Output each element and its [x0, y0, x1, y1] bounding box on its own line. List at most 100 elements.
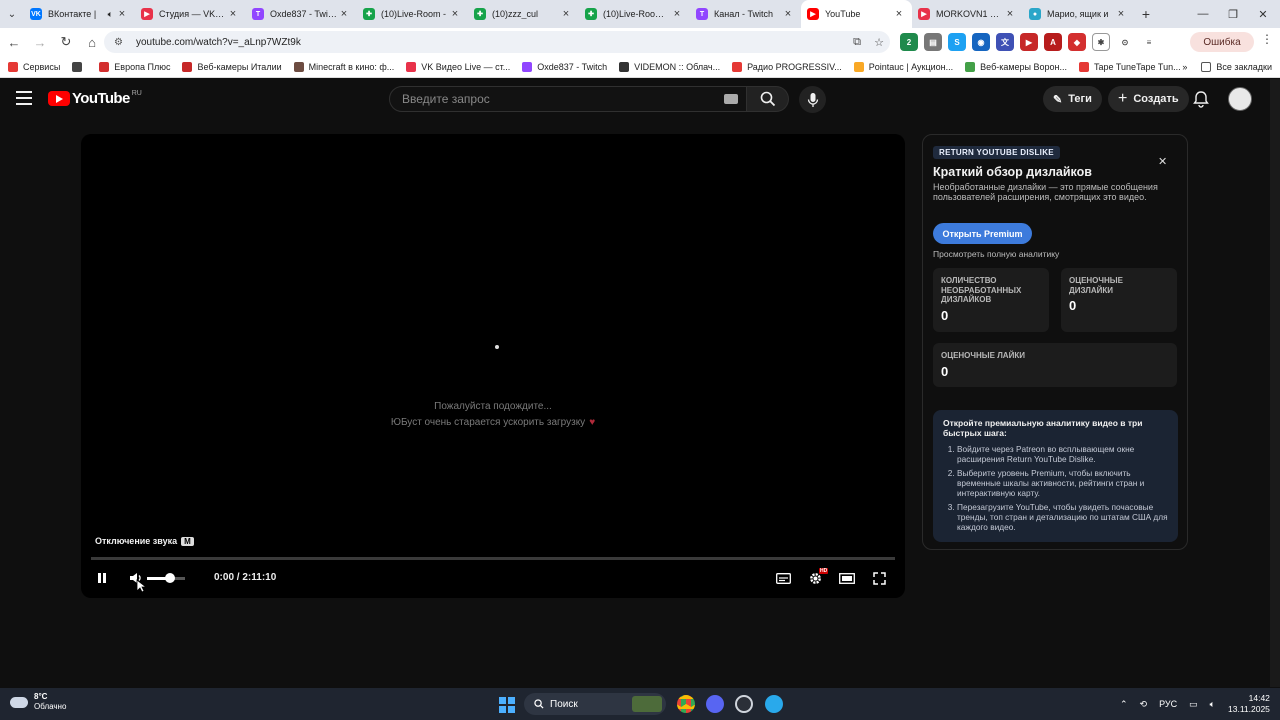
keyboard-icon[interactable] [724, 94, 738, 104]
display-icon[interactable]: ▭ [1189, 699, 1198, 710]
extension-icon[interactable]: ⊙ [1116, 33, 1134, 51]
bookmark-item[interactable] [72, 61, 87, 72]
all-bookmarks-folder[interactable]: Все закладки [1201, 62, 1272, 72]
tab-search-button[interactable]: ⌄ [0, 0, 24, 28]
tags-button[interactable]: ✎ Теги [1043, 86, 1102, 112]
tray-app-icon[interactable]: ⟲ [1140, 699, 1148, 710]
browser-tab[interactable]: ✚ (10)zzz_cul × [468, 0, 579, 28]
weather-widget[interactable]: 8°C Облачно [10, 692, 66, 712]
install-app-icon[interactable]: ⧉ [846, 36, 868, 49]
bookmark-star-icon[interactable]: ☆ [868, 36, 890, 49]
browser-tab[interactable]: ▶ YouTube × [801, 0, 912, 28]
telegram-app-icon[interactable] [765, 695, 783, 713]
account-avatar[interactable] [1228, 87, 1252, 111]
subtitles-button[interactable] [773, 566, 793, 590]
tab-close-icon[interactable]: × [1003, 8, 1017, 20]
maximize-button[interactable]: ❐ [1218, 0, 1248, 28]
bookmark-item[interactable]: Европа Плюс [99, 61, 170, 72]
extensions-puzzle-icon[interactable]: ✱ [1092, 33, 1110, 51]
extension-icon[interactable]: 2 [900, 33, 918, 51]
chrome-app-icon[interactable] [677, 695, 695, 713]
input-language[interactable]: РУС [1159, 699, 1177, 709]
bookmarks-overflow-icon[interactable]: » [1182, 62, 1187, 72]
media-control-icon[interactable]: ≡ [1140, 33, 1158, 51]
browser-tab[interactable]: ▶ Студия — VK Вид× [135, 0, 246, 28]
tab-close-icon[interactable]: × [781, 8, 795, 20]
speaker-icon[interactable]: 🔈︎ [1210, 699, 1215, 710]
extension-icon[interactable]: ◉ [972, 33, 990, 51]
extension-icon[interactable]: S [948, 33, 966, 51]
voice-search-button[interactable] [799, 86, 826, 113]
reload-button[interactable]: ↻ [54, 30, 78, 54]
create-button[interactable]: + Создать [1108, 86, 1189, 112]
progress-bar[interactable] [91, 557, 895, 560]
bookmark-item[interactable]: VK Видео Live — ст... [406, 61, 510, 72]
profile-error-button[interactable]: Ошибка [1190, 32, 1254, 52]
extension-icon[interactable]: ▤ [924, 33, 942, 51]
close-icon[interactable]: ✕ [1158, 155, 1167, 168]
tab-close-icon[interactable]: × [337, 8, 351, 20]
search-button[interactable] [747, 86, 789, 112]
browser-tab[interactable]: T Канал - Twitch × [690, 0, 801, 28]
site-info-icon[interactable]: ⚙ [114, 37, 128, 48]
full-analytics-link[interactable]: Просмотреть полную аналитику [933, 249, 1059, 259]
video-player[interactable]: Пожалуйста подождите... ЮБуст очень стар… [81, 134, 905, 598]
tab-close-icon[interactable]: × [559, 8, 573, 20]
bookmark-item[interactable]: Oxde837 - Twitch [522, 61, 607, 72]
extension-icon[interactable]: ◆ [1068, 33, 1086, 51]
address-bar[interactable]: ⚙ youtube.com/watch?v=_aLnp7WZt9k ⧉ ☆ [104, 31, 890, 53]
search-input[interactable]: Введите запрос [389, 86, 747, 112]
youtube-logo[interactable]: YouTube RU [48, 90, 142, 107]
stat-value: 0 [941, 307, 949, 323]
forward-button[interactable]: → [28, 30, 52, 54]
pause-button[interactable] [93, 566, 111, 590]
browser-tab[interactable]: T Oxde837 - Twitch × [246, 0, 357, 28]
info-steps: Войдите через Patreon во всплывающем окн… [943, 444, 1168, 532]
theater-mode-button[interactable] [837, 566, 857, 590]
start-button[interactable] [499, 697, 515, 713]
notifications-bell-icon[interactable] [1192, 90, 1210, 108]
bookmark-item[interactable]: VIDEMON :: Облач... [619, 61, 720, 72]
back-button[interactable]: ← [2, 30, 26, 54]
bookmark-item[interactable]: Minecraft в кино: ф... [293, 61, 394, 72]
page-scrollbar[interactable] [1270, 79, 1280, 687]
browser-tab[interactable]: ✚ (10)Live-Room - (× [579, 0, 690, 28]
extension-icon[interactable]: ▶ [1020, 33, 1038, 51]
taskbar-clock[interactable]: 14:42 13.11.2025 [1228, 693, 1270, 715]
tab-close-icon[interactable]: × [115, 8, 129, 20]
home-button[interactable]: ⌂ [80, 30, 104, 54]
fullscreen-button[interactable] [869, 566, 889, 590]
bookmark-item[interactable]: Сервисы [8, 61, 60, 72]
volume-handle[interactable] [164, 573, 175, 583]
tab-close-icon[interactable]: × [1114, 8, 1128, 20]
bookmark-item[interactable]: Радио PROGRESSIV... [732, 61, 842, 72]
heart-icon: ♥ [589, 417, 596, 428]
tab-close-icon[interactable]: × [892, 8, 906, 20]
discord-app-icon[interactable] [706, 695, 724, 713]
tray-overflow-icon[interactable]: ⌃ [1120, 699, 1128, 710]
loading-submessage: ЮБуст очень старается ускорить загрузку ♥ [81, 417, 905, 428]
bookmark-item[interactable]: Tape TuneTape Tun... [1079, 61, 1181, 72]
minimize-button[interactable]: — [1188, 0, 1218, 28]
new-tab-button[interactable]: + [1134, 0, 1158, 28]
taskbar-search[interactable]: Поиск [524, 693, 666, 715]
browser-tab[interactable]: VK ВКонтакте | 🔈︎ × [24, 0, 135, 28]
bookmark-item[interactable]: Веб-камеры Ворон... [965, 61, 1067, 72]
browser-tab[interactable]: ● Марио, ящик и × [1023, 0, 1134, 28]
tab-close-icon[interactable]: × [670, 8, 684, 20]
bookmark-item[interactable]: Веб-камеры Италии [182, 61, 282, 72]
open-premium-button[interactable]: Открыть Premium [933, 223, 1032, 244]
bookmark-item[interactable]: Pointauc | Аукцион... [853, 61, 953, 72]
tab-close-icon[interactable]: × [226, 8, 240, 20]
translate-extension-icon[interactable]: 文 [996, 33, 1014, 51]
browser-menu-icon[interactable]: ⋮ [1258, 32, 1276, 52]
browser-tab[interactable]: ▶ MORKOVN1 на V × [912, 0, 1023, 28]
guide-menu-icon[interactable] [16, 91, 32, 105]
tab-close-icon[interactable]: × [448, 8, 462, 20]
clock-date: 13.11.2025 [1228, 704, 1270, 714]
obs-app-icon[interactable] [735, 695, 753, 713]
browser-tab[interactable]: ✚ (10)Live-Room - × [357, 0, 468, 28]
pdf-extension-icon[interactable]: A [1044, 33, 1062, 51]
tab-audio-icon[interactable]: 🔈︎ [108, 9, 113, 20]
close-window-button[interactable]: ✕ [1248, 0, 1278, 28]
